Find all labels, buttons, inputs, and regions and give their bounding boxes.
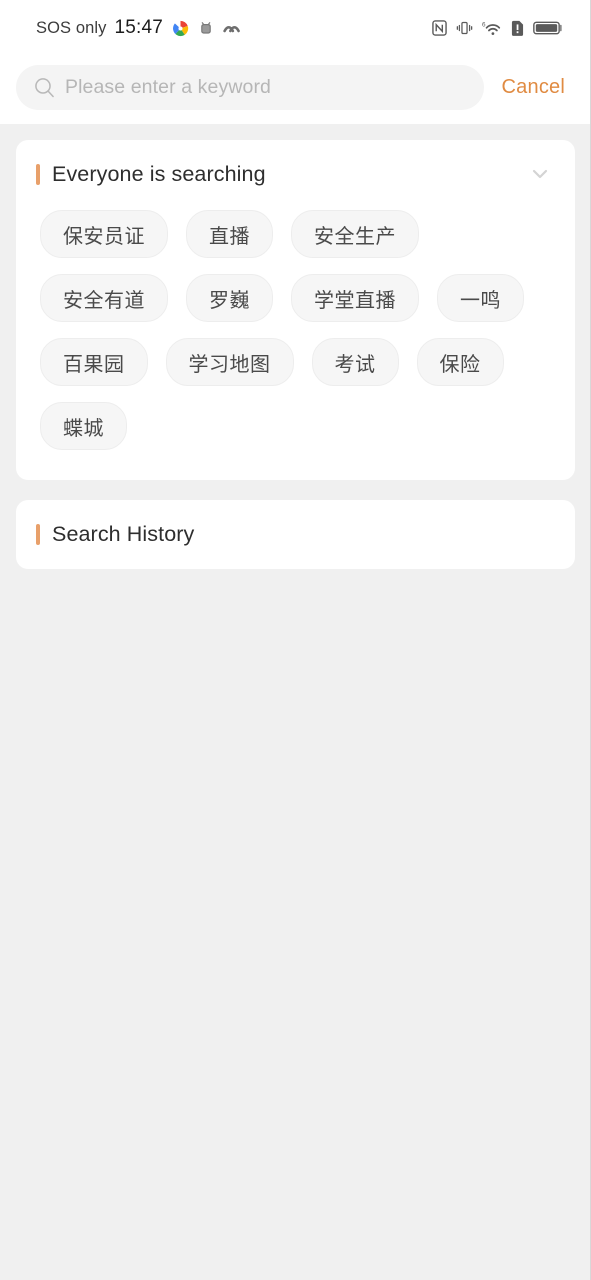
search-history-card: Search History	[16, 500, 575, 569]
status-bar: SOS only 15:47 6	[0, 0, 591, 56]
vibrate-icon	[456, 20, 473, 36]
hot-search-tag[interactable]: 保安员证	[40, 210, 168, 258]
chevron-down-icon[interactable]	[527, 161, 553, 187]
search-history-header: Search History	[16, 500, 575, 569]
carrier-label: SOS only	[36, 18, 107, 37]
hot-search-tag[interactable]: 罗巍	[186, 274, 273, 322]
sim-alert-icon	[511, 20, 524, 37]
hot-search-tag[interactable]: 考试	[311, 338, 399, 386]
hot-search-tag[interactable]: 学习地图	[165, 338, 294, 386]
hot-search-title: Everyone is searching	[52, 161, 266, 186]
search-input[interactable]	[65, 75, 466, 99]
hot-search-tag[interactable]: 学堂直播	[291, 274, 419, 322]
battery-icon	[533, 20, 563, 36]
content-area: Everyone is searching 保安员证 直播 安全生产 安全有道 …	[0, 124, 591, 1280]
hot-search-tag[interactable]: 一鸣	[437, 274, 524, 322]
android-app-icon	[198, 20, 214, 36]
hot-search-tag[interactable]: 安全有道	[40, 274, 168, 322]
search-history-title: Search History	[52, 522, 195, 546]
status-bar-right: 6	[432, 20, 563, 37]
hot-search-tag[interactable]: 保险	[416, 338, 504, 386]
hot-search-card: Everyone is searching 保安员证 直播 安全生产 安全有道 …	[16, 140, 575, 480]
waves-app-icon	[223, 21, 241, 36]
hot-search-tag[interactable]: 安全生产	[291, 210, 419, 258]
app-header: SOS only 15:47 6 Please enter a keyword …	[0, 0, 591, 124]
hot-search-tag-list: 保安员证 直播 安全生产 安全有道 罗巍 学堂直播 一鸣 百果园 学习地图 考试…	[16, 201, 575, 480]
search-icon	[34, 77, 55, 98]
color-flower-app-icon	[172, 20, 189, 37]
hot-search-tag[interactable]: 直播	[186, 210, 273, 258]
search-bar-row: Cancel	[0, 56, 591, 118]
hot-search-header: Everyone is searching	[16, 140, 575, 201]
nfc-icon	[432, 20, 447, 36]
svg-text:6: 6	[482, 21, 486, 28]
cancel-button[interactable]: Cancel	[492, 70, 573, 105]
accent-bar	[36, 524, 40, 545]
wifi-6-icon: 6	[482, 20, 502, 37]
hot-search-tag[interactable]: 百果园	[40, 338, 148, 386]
status-bar-left: SOS only 15:47	[36, 17, 241, 39]
accent-bar	[36, 163, 40, 185]
status-clock: 15:47	[114, 17, 164, 38]
hot-search-tag[interactable]: 蝶城	[40, 402, 127, 450]
search-box[interactable]	[16, 64, 484, 110]
